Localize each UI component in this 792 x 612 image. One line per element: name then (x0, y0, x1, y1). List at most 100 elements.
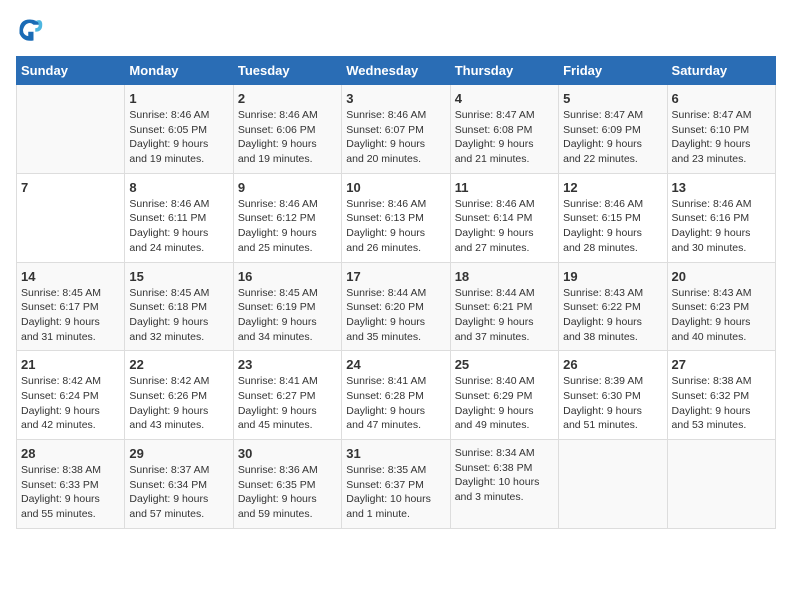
day-number: 24 (346, 357, 445, 372)
weekday-header-saturday: Saturday (667, 57, 775, 85)
page-header (16, 16, 776, 44)
calendar-cell: 22 Sunrise: 8:42 AM Sunset: 6:26 PM Dayli… (125, 351, 233, 440)
calendar-cell: 30Sunrise: 8:36 AM Sunset: 6:35 PM Dayli… (233, 440, 341, 529)
calendar-cell: 24 Sunrise: 8:41 AM Sunset: 6:28 PM Dayli… (342, 351, 450, 440)
day-number: 23 (238, 357, 337, 372)
day-info: Sunrise: 8:35 AM Sunset: 6:37 PM Dayligh… (346, 463, 445, 522)
day-number: 5 (563, 91, 662, 106)
calendar-cell: 3 Sunrise: 8:46 AM Sunset: 6:07 PM Daylig… (342, 85, 450, 174)
day-info: Sunrise: 8:39 AM Sunset: 6:30 PM Dayligh… (563, 374, 662, 433)
logo-icon (16, 16, 44, 44)
day-number: 20 (672, 269, 771, 284)
day-info: Sunrise: 8:44 AM Sunset: 6:20 PM Dayligh… (346, 286, 445, 345)
calendar-cell: 12 Sunrise: 8:46 AM Sunset: 6:15 PM Dayli… (559, 173, 667, 262)
calendar-cell: 15Sunrise: 8:45 AM Sunset: 6:18 PM Dayli… (125, 262, 233, 351)
day-number: 2 (238, 91, 337, 106)
day-number: 27 (672, 357, 771, 372)
day-number: 29 (129, 446, 228, 461)
calendar-cell: 10Sunrise: 8:46 AM Sunset: 6:13 PM Dayli… (342, 173, 450, 262)
day-info: Sunrise: 8:46 AM Sunset: 6:13 PM Dayligh… (346, 197, 445, 256)
day-number: 12 (563, 180, 662, 195)
day-info: Sunrise: 8:34 AM Sunset: 6:38 PM Dayligh… (455, 446, 554, 505)
calendar-cell: 25Sunrise: 8:40 AM Sunset: 6:29 PM Dayli… (450, 351, 558, 440)
day-info: Sunrise: 8:47 AM Sunset: 6:09 PM Dayligh… (563, 108, 662, 167)
calendar-cell: 26 Sunrise: 8:39 AM Sunset: 6:30 PM Dayli… (559, 351, 667, 440)
weekday-header-sunday: Sunday (17, 57, 125, 85)
day-info: Sunrise: 8:41 AM Sunset: 6:27 PM Dayligh… (238, 374, 337, 433)
weekday-header-thursday: Thursday (450, 57, 558, 85)
day-number: 15 (129, 269, 228, 284)
day-info: Sunrise: 8:44 AM Sunset: 6:21 PM Dayligh… (455, 286, 554, 345)
calendar-cell: 20 Sunrise: 8:43 AM Sunset: 6:23 PM Dayli… (667, 262, 775, 351)
day-info: Sunrise: 8:47 AM Sunset: 6:10 PM Dayligh… (672, 108, 771, 167)
day-number: 9 (238, 180, 337, 195)
day-info: Sunrise: 8:46 AM Sunset: 6:16 PM Dayligh… (672, 197, 771, 256)
calendar-cell: 19Sunrise: 8:43 AM Sunset: 6:22 PM Dayli… (559, 262, 667, 351)
day-number: 26 (563, 357, 662, 372)
calendar-cell: 21 Sunrise: 8:42 AM Sunset: 6:24 PM Dayli… (17, 351, 125, 440)
weekday-header-friday: Friday (559, 57, 667, 85)
day-number: 11 (455, 180, 554, 195)
day-info: Sunrise: 8:46 AM Sunset: 6:05 PM Dayligh… (129, 108, 228, 167)
calendar-cell: 6 Sunrise: 8:47 AM Sunset: 6:10 PM Daylig… (667, 85, 775, 174)
day-number: 3 (346, 91, 445, 106)
calendar-cell (17, 85, 125, 174)
day-info: Sunrise: 8:38 AM Sunset: 6:32 PM Dayligh… (672, 374, 771, 433)
calendar-cell: 31 Sunrise: 8:35 AM Sunset: 6:37 PM Dayli… (342, 440, 450, 529)
week-row-3: 14 Sunrise: 8:45 AM Sunset: 6:17 PM Dayli… (17, 262, 776, 351)
calendar-cell: 11 Sunrise: 8:46 AM Sunset: 6:14 PM Dayli… (450, 173, 558, 262)
calendar-cell (667, 440, 775, 529)
calendar-cell: 9 Sunrise: 8:46 AM Sunset: 6:12 PM Daylig… (233, 173, 341, 262)
calendar-cell: 5 Sunrise: 8:47 AM Sunset: 6:09 PM Daylig… (559, 85, 667, 174)
calendar-cell: 17Sunrise: 8:44 AM Sunset: 6:20 PM Dayli… (342, 262, 450, 351)
day-info: Sunrise: 8:46 AM Sunset: 6:07 PM Dayligh… (346, 108, 445, 167)
day-info: Sunrise: 8:46 AM Sunset: 6:15 PM Dayligh… (563, 197, 662, 256)
day-number: 31 (346, 446, 445, 461)
week-row-5: 28 Sunrise: 8:38 AM Sunset: 6:33 PM Dayli… (17, 440, 776, 529)
day-info: Sunrise: 8:42 AM Sunset: 6:24 PM Dayligh… (21, 374, 120, 433)
day-info: Sunrise: 8:43 AM Sunset: 6:22 PM Dayligh… (563, 286, 662, 345)
day-info: Sunrise: 8:41 AM Sunset: 6:28 PM Dayligh… (346, 374, 445, 433)
day-number: 14 (21, 269, 120, 284)
calendar-cell: 28 Sunrise: 8:38 AM Sunset: 6:33 PM Dayli… (17, 440, 125, 529)
day-info: Sunrise: 8:46 AM Sunset: 6:11 PM Dayligh… (129, 197, 228, 256)
day-info: Sunrise: 8:38 AM Sunset: 6:33 PM Dayligh… (21, 463, 120, 522)
day-info: Sunrise: 8:46 AM Sunset: 6:06 PM Dayligh… (238, 108, 337, 167)
calendar-cell: 8 Sunrise: 8:46 AM Sunset: 6:11 PM Daylig… (125, 173, 233, 262)
calendar-cell: 23 Sunrise: 8:41 AM Sunset: 6:27 PM Dayli… (233, 351, 341, 440)
day-info: Sunrise: 8:45 AM Sunset: 6:19 PM Dayligh… (238, 286, 337, 345)
calendar-cell: 29 Sunrise: 8:37 AM Sunset: 6:34 PM Dayli… (125, 440, 233, 529)
calendar-cell: 27 Sunrise: 8:38 AM Sunset: 6:32 PM Dayli… (667, 351, 775, 440)
day-number: 8 (129, 180, 228, 195)
day-number: 22 (129, 357, 228, 372)
calendar-cell: 7 (17, 173, 125, 262)
day-info: Sunrise: 8:46 AM Sunset: 6:12 PM Dayligh… (238, 197, 337, 256)
logo (16, 16, 48, 44)
weekday-header-tuesday: Tuesday (233, 57, 341, 85)
calendar-cell: 13Sunrise: 8:46 AM Sunset: 6:16 PM Dayli… (667, 173, 775, 262)
day-number: 21 (21, 357, 120, 372)
day-info: Sunrise: 8:45 AM Sunset: 6:17 PM Dayligh… (21, 286, 120, 345)
day-number: 6 (672, 91, 771, 106)
day-number: 16 (238, 269, 337, 284)
calendar-cell: 4Sunrise: 8:47 AM Sunset: 6:08 PM Daylig… (450, 85, 558, 174)
day-info: Sunrise: 8:42 AM Sunset: 6:26 PM Dayligh… (129, 374, 228, 433)
calendar-cell: 16 Sunrise: 8:45 AM Sunset: 6:19 PM Dayli… (233, 262, 341, 351)
week-row-1: 1 Sunrise: 8:46 AM Sunset: 6:05 PM Daylig… (17, 85, 776, 174)
week-row-2: 78 Sunrise: 8:46 AM Sunset: 6:11 PM Dayli… (17, 173, 776, 262)
day-info: Sunrise: 8:37 AM Sunset: 6:34 PM Dayligh… (129, 463, 228, 522)
day-info: Sunrise: 8:43 AM Sunset: 6:23 PM Dayligh… (672, 286, 771, 345)
day-number: 1 (129, 91, 228, 106)
calendar-cell (559, 440, 667, 529)
week-row-4: 21 Sunrise: 8:42 AM Sunset: 6:24 PM Dayli… (17, 351, 776, 440)
day-number: 4 (455, 91, 554, 106)
day-number: 7 (21, 180, 120, 195)
day-number: 25 (455, 357, 554, 372)
calendar-cell: 1 Sunrise: 8:46 AM Sunset: 6:05 PM Daylig… (125, 85, 233, 174)
day-number: 28 (21, 446, 120, 461)
day-number: 18 (455, 269, 554, 284)
day-info: Sunrise: 8:36 AM Sunset: 6:35 PM Dayligh… (238, 463, 337, 522)
weekday-header-monday: Monday (125, 57, 233, 85)
day-info: Sunrise: 8:46 AM Sunset: 6:14 PM Dayligh… (455, 197, 554, 256)
weekday-header-wednesday: Wednesday (342, 57, 450, 85)
